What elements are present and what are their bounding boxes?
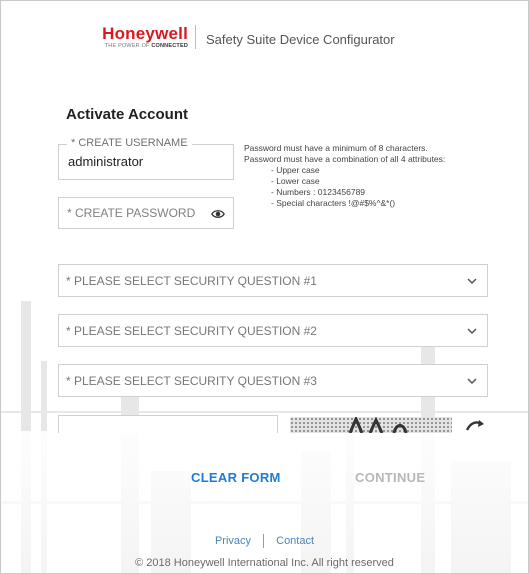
select-placeholder: * PLEASE SELECT SECURITY QUESTION #3	[66, 374, 317, 388]
username-value: administrator	[68, 154, 144, 169]
logo-wordmark: Honeywell	[102, 24, 188, 43]
privacy-link[interactable]: Privacy	[215, 535, 251, 547]
captcha-image	[290, 417, 452, 433]
chevron-down-icon	[467, 278, 477, 285]
chevron-down-icon	[467, 328, 477, 335]
clear-form-button[interactable]: CLEAR FORM	[191, 470, 281, 485]
eye-icon[interactable]	[211, 207, 225, 221]
app-header: Honeywell THE POWER OF CONNECTED Safety …	[1, 15, 528, 55]
copyright-text: © 2018 Honeywell International Inc. All …	[135, 557, 394, 569]
rule-item: - Upper case	[271, 165, 320, 175]
contact-link[interactable]: Contact	[276, 535, 314, 547]
password-placeholder: * CREATE PASSWORD	[67, 206, 196, 220]
username-field[interactable]: * CREATE USERNAME administrator	[58, 137, 234, 180]
captcha-input[interactable]	[58, 415, 278, 433]
username-label: * CREATE USERNAME	[67, 137, 192, 149]
logo-tagline: THE POWER OF CONNECTED	[104, 43, 188, 49]
footer-divider	[263, 534, 265, 548]
security-question-2-select[interactable]: * PLEASE SELECT SECURITY QUESTION #2	[58, 314, 488, 347]
bottom-fade-overlay	[1, 431, 528, 573]
chevron-down-icon	[467, 378, 477, 385]
rule-item: - Special characters !@#$%^&*()	[271, 198, 396, 208]
refresh-arrow-icon[interactable]	[465, 418, 485, 432]
activate-account-window: Honeywell THE POWER OF CONNECTED Safety …	[0, 0, 529, 574]
security-question-3-select[interactable]: * PLEASE SELECT SECURITY QUESTION #3	[58, 364, 488, 397]
continue-button[interactable]: CONTINUE	[355, 470, 425, 485]
footer-links: Privacy Contact	[1, 534, 528, 548]
header-divider	[195, 25, 196, 49]
security-question-1-select[interactable]: * PLEASE SELECT SECURITY QUESTION #1	[58, 264, 488, 297]
select-placeholder: * PLEASE SELECT SECURITY QUESTION #2	[66, 324, 317, 338]
honeywell-logo: Honeywell THE POWER OF CONNECTED	[88, 25, 188, 49]
app-title: Safety Suite Device Configurator	[206, 32, 395, 47]
rule-item: - Numbers : 0123456789	[271, 187, 366, 197]
select-placeholder: * PLEASE SELECT SECURITY QUESTION #1	[66, 274, 317, 288]
section-title: Activate Account	[66, 106, 188, 123]
rule-item: - Lower case	[271, 176, 320, 186]
rule-line-1: Password must have a minimum of 8 charac…	[244, 143, 428, 153]
password-requirements: Password must have a minimum of 8 charac…	[244, 143, 504, 209]
rule-line-2: Password must have a combination of all …	[244, 154, 446, 164]
password-field[interactable]: * CREATE PASSWORD	[58, 197, 234, 229]
